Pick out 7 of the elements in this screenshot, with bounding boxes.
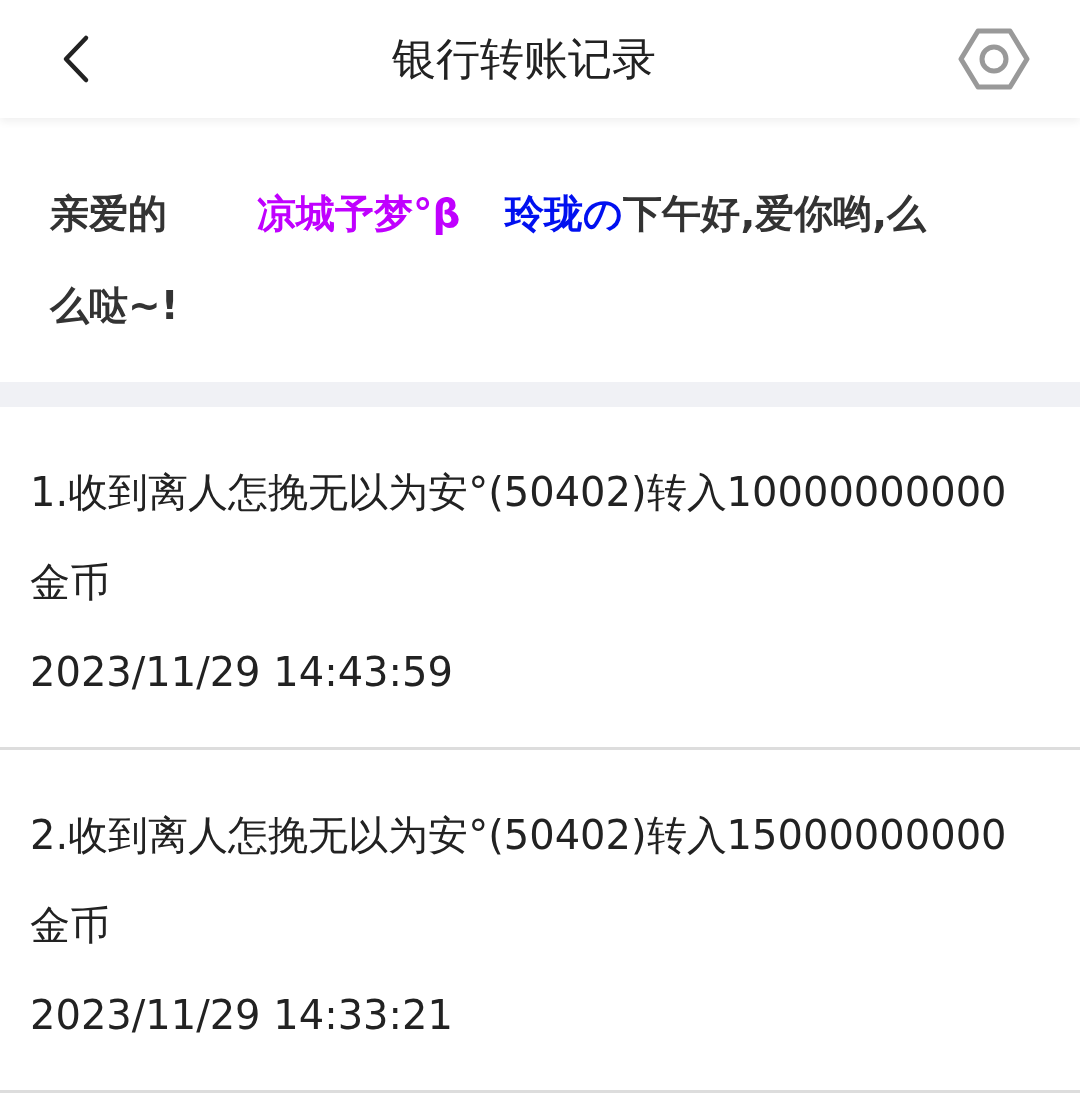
transfer-record-text: 2.收到离人怎挽无以为安°(50402)转入15000000000金币 [30,811,1008,950]
transfer-record-text: 1.收到离人怎挽无以为安°(50402)转入10000000000金币 [30,468,1008,607]
page-title: 银行转账记录 [392,31,656,86]
transfer-time: 2023/11/29 14:43:59 [30,648,454,697]
greeting-message: 亲爱的 凉城予梦°β 玲珑の下午好,爱你哟,么么哒~! [50,190,928,330]
settings-icon[interactable] [958,27,1030,91]
transfer-time: 2023/11/29 14:33:21 [30,991,454,1040]
